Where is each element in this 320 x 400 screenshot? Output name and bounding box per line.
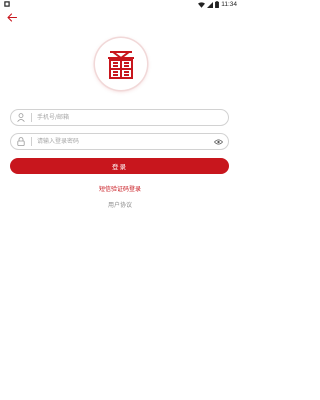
back-arrow-icon [7, 12, 17, 22]
status-icons: 11:34 [198, 0, 237, 9]
field-divider [31, 137, 32, 146]
password-field[interactable] [10, 133, 229, 150]
back-button[interactable] [5, 10, 19, 24]
signal-icon [207, 1, 214, 8]
status-time: 11:34 [221, 1, 237, 8]
password-input[interactable] [37, 134, 212, 149]
lock-icon [16, 137, 26, 147]
sms-login-link[interactable]: 短信验证码登录 [0, 184, 240, 193]
battery-icon [215, 1, 220, 8]
app-logo [95, 38, 147, 90]
account-field[interactable] [10, 109, 229, 126]
status-bar: 11:34 [0, 0, 240, 9]
login-button[interactable]: 登录 [10, 158, 229, 174]
toggle-password-button[interactable] [212, 136, 224, 148]
account-input[interactable] [37, 110, 228, 125]
notification-icon [4, 1, 10, 7]
seal-logo-icon [108, 51, 134, 79]
wifi-icon [198, 1, 206, 8]
field-divider [31, 113, 32, 122]
user-agreement-link[interactable]: 用户协议 [0, 200, 240, 209]
eye-icon [213, 138, 223, 145]
user-icon [16, 113, 26, 123]
